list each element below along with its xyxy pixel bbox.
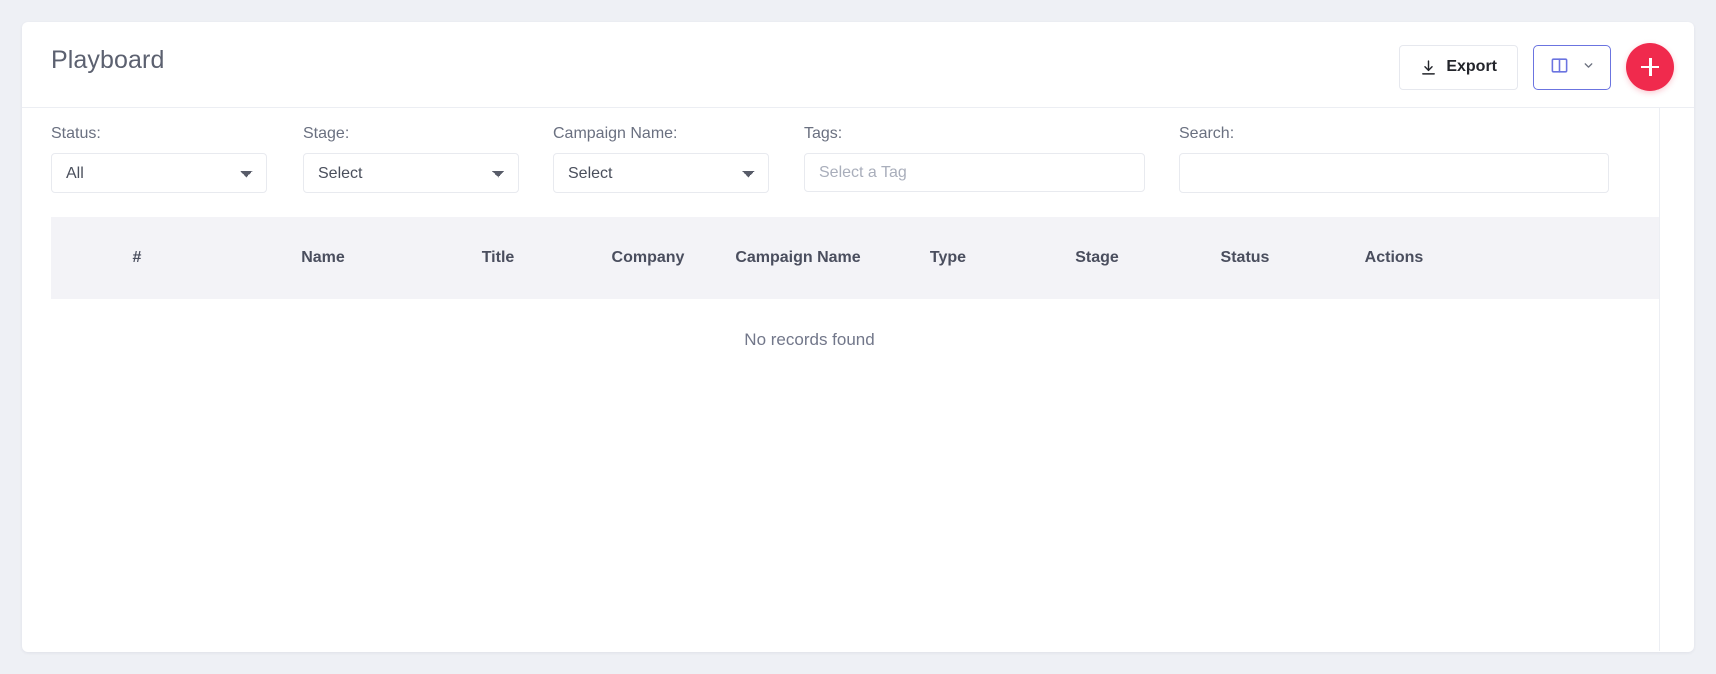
column-header-number[interactable]: # [51,247,223,269]
playboard-card: Playboard Export Status: All Stage: Sele… [22,22,1694,652]
filter-tags-label: Tags: [804,125,843,142]
header-actions: Export [1399,43,1674,91]
filter-status: Status: All [51,125,267,193]
stage-select[interactable]: Select [303,153,519,193]
chevron-down-icon [1582,59,1595,75]
columns-icon [1550,56,1569,78]
filter-bar: Status: All Stage: Select Campaign Name: [51,125,1609,193]
status-select[interactable]: All [51,153,267,193]
export-button[interactable]: Export [1399,44,1518,90]
filter-search-label: Search: [1179,125,1235,142]
records-table: # Name Title Company Campaign Name Type … [51,217,1659,350]
column-header-title[interactable]: Title [423,247,573,269]
content-scroll-viewport[interactable]: Status: All Stage: Select Campaign Name: [22,108,1660,651]
filter-stage-label: Stage: [303,125,350,142]
campaign-name-select[interactable]: Select [553,153,769,193]
table-empty-state: No records found [51,299,1659,350]
download-icon [1420,59,1437,76]
column-selector-button[interactable] [1533,44,1611,90]
app-page: Playboard Export Status: All Stage: Sele… [0,0,1716,674]
card-header: Playboard Export [22,22,1694,108]
column-header-actions: Actions [1364,249,1424,267]
search-input[interactable] [1179,153,1609,193]
page-title: Playboard [51,46,165,74]
filter-campaign-name-label: Campaign Name: [553,125,678,142]
filter-status-label: Status: [51,125,101,142]
export-button-label: Export [1446,58,1497,75]
column-header-campaign-name[interactable]: Campaign Name [723,247,873,269]
add-record-button[interactable] [1626,43,1674,91]
column-header-stage[interactable]: Stage [1023,247,1171,269]
column-header-type[interactable]: Type [873,247,1023,269]
column-header-company[interactable]: Company [573,247,723,269]
filter-stage: Stage: Select [303,125,519,193]
table-header-row: # Name Title Company Campaign Name Type … [51,217,1659,299]
column-header-name[interactable]: Name [223,247,423,269]
filter-search: Search: [1179,125,1609,193]
filter-campaign-name: Campaign Name: Select [553,125,769,193]
column-header-status[interactable]: Status [1171,247,1319,269]
card-body: Status: All Stage: Select Campaign Name: [22,108,1694,651]
plus-icon [1640,57,1660,77]
empty-state-message: No records found [744,330,875,349]
filter-tags: Tags: [804,125,1145,192]
tags-input[interactable] [804,153,1145,192]
